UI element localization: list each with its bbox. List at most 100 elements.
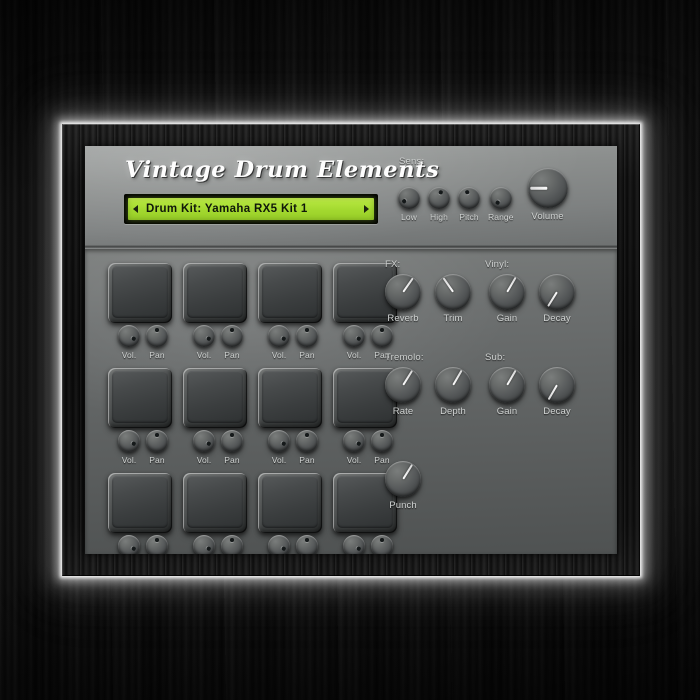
knob-pad-3-volume[interactable]: Vol.: [268, 325, 290, 360]
knob-dial[interactable]: [385, 367, 421, 403]
drum-pad-9[interactable]: [108, 473, 172, 533]
knob-dial[interactable]: [539, 274, 575, 310]
drum-pad-2[interactable]: [183, 263, 247, 323]
triangle-right-icon[interactable]: [364, 205, 369, 213]
knob-dial[interactable]: [268, 430, 290, 452]
knob-dial[interactable]: [268, 325, 290, 347]
knob-pad-1-volume[interactable]: Vol.: [118, 325, 140, 360]
knob-pad-5-pan[interactable]: Pan: [146, 430, 168, 465]
knob-dial[interactable]: [527, 168, 568, 208]
knob-dial[interactable]: [371, 430, 393, 452]
drum-pad-5[interactable]: [108, 368, 172, 428]
knob-pad-7-volume[interactable]: Vol.: [268, 430, 290, 465]
knob-pad-1-pan[interactable]: Pan: [146, 325, 168, 360]
knob-dial[interactable]: [385, 274, 421, 310]
knob-vinyl-gain[interactable]: Gain: [489, 274, 525, 324]
drum-pad-3[interactable]: [258, 263, 322, 323]
knob-dial[interactable]: [193, 535, 215, 554]
knob-dial[interactable]: [193, 430, 215, 452]
knob-pad-9-volume[interactable]: Vol.: [118, 535, 140, 554]
drum-pad-1[interactable]: [108, 263, 172, 323]
knob-pad-9-pan[interactable]: Pan: [146, 535, 168, 554]
preset-display[interactable]: Drum Kit: Yamaha RX5 Kit 1: [124, 194, 378, 224]
pad-knob-row: Vol. Pan: [183, 430, 253, 465]
knob-sens-pitch[interactable]: Pitch: [458, 187, 480, 222]
knob-indicator-dot: [206, 546, 212, 552]
knob-indicator-dot: [356, 336, 362, 342]
knob-volume[interactable]: Volume: [527, 168, 568, 222]
triangle-left-icon[interactable]: [133, 205, 138, 213]
knob-pad-4-volume[interactable]: Vol.: [343, 325, 365, 360]
knob-dial[interactable]: [489, 187, 512, 209]
knob-indicator-line: [547, 384, 558, 400]
knob-tremolo-depth[interactable]: Depth: [435, 367, 471, 417]
knob-dial[interactable]: [118, 325, 140, 347]
knob-dial[interactable]: [146, 430, 168, 452]
knob-pad-5-volume[interactable]: Vol.: [118, 430, 140, 465]
knob-dial[interactable]: [146, 535, 168, 554]
knob-pad-7-pan[interactable]: Pan: [296, 430, 318, 465]
knob-dial[interactable]: [296, 535, 318, 554]
knob-tremolo-rate[interactable]: Rate: [385, 367, 421, 417]
drum-pad-7[interactable]: [258, 368, 322, 428]
knob-pad-12-volume[interactable]: Vol.: [343, 535, 365, 554]
drum-pad-10[interactable]: [183, 473, 247, 533]
knob-pad-12-pan[interactable]: Pan: [371, 535, 393, 554]
drum-pad-11[interactable]: [258, 473, 322, 533]
knob-dial[interactable]: [428, 187, 450, 209]
knob-dial[interactable]: [221, 430, 243, 452]
knob-pad-6-pan[interactable]: Pan: [221, 430, 243, 465]
knob-punch[interactable]: Punch: [385, 461, 421, 511]
knob-label: Vol.: [271, 455, 287, 465]
knob-pad-8-volume[interactable]: Vol.: [343, 430, 365, 465]
knob-dial[interactable]: [146, 325, 168, 347]
knob-pad-11-pan[interactable]: Pan: [296, 535, 318, 554]
knob-pad-8-pan[interactable]: Pan: [371, 430, 393, 465]
knob-dial[interactable]: [435, 274, 471, 310]
knob-pad-11-volume[interactable]: Vol.: [268, 535, 290, 554]
knob-sens-low[interactable]: Low: [398, 187, 420, 222]
knob-dial[interactable]: [489, 367, 525, 403]
knob-dial[interactable]: [371, 535, 393, 554]
knob-dial[interactable]: [539, 367, 575, 403]
knob-dial[interactable]: [118, 430, 140, 452]
knob-dial[interactable]: [343, 535, 365, 554]
knob-dial[interactable]: [343, 325, 365, 347]
preset-name: Drum Kit: Yamaha RX5 Kit 1: [146, 203, 308, 215]
knob-dial[interactable]: [221, 325, 243, 347]
knob-indicator-dot: [464, 190, 470, 195]
sub-group: Gain Decay: [489, 367, 575, 417]
knob-reverb[interactable]: Reverb: [385, 274, 421, 324]
knob-vinyl-decay[interactable]: Decay: [539, 274, 575, 324]
knob-sub-decay[interactable]: Decay: [539, 367, 575, 417]
knob-indicator-dot: [155, 538, 159, 542]
knob-dial[interactable]: [398, 187, 420, 209]
knob-indicator-dot: [206, 336, 212, 342]
drum-pad-6[interactable]: [183, 368, 247, 428]
knob-pad-10-volume[interactable]: Vol.: [193, 535, 215, 554]
knob-sens-high[interactable]: High: [428, 187, 450, 222]
knob-pad-6-volume[interactable]: Vol.: [193, 430, 215, 465]
knob-trim[interactable]: Trim: [435, 274, 471, 324]
knob-dial[interactable]: [118, 535, 140, 554]
knob-dial[interactable]: [221, 535, 243, 554]
lcd-screen[interactable]: Drum Kit: Yamaha RX5 Kit 1: [128, 198, 374, 220]
knob-pad-2-volume[interactable]: Vol.: [193, 325, 215, 360]
knob-dial[interactable]: [489, 274, 525, 310]
tremolo-group: Rate Depth: [385, 367, 471, 417]
knob-pad-10-pan[interactable]: Pan: [221, 535, 243, 554]
knob-dial[interactable]: [296, 325, 318, 347]
knob-dial[interactable]: [343, 430, 365, 452]
knob-dial[interactable]: [435, 367, 471, 403]
knob-dial[interactable]: [385, 461, 421, 497]
knob-dial[interactable]: [296, 430, 318, 452]
knob-label: Vol.: [196, 350, 212, 360]
knob-pad-3-pan[interactable]: Pan: [296, 325, 318, 360]
knob-dial[interactable]: [458, 187, 480, 209]
knob-dial[interactable]: [193, 325, 215, 347]
knob-dial[interactable]: [371, 325, 393, 347]
knob-sub-gain[interactable]: Gain: [489, 367, 525, 417]
knob-sens-range[interactable]: Range: [488, 187, 514, 222]
knob-dial[interactable]: [268, 535, 290, 554]
knob-pad-2-pan[interactable]: Pan: [221, 325, 243, 360]
